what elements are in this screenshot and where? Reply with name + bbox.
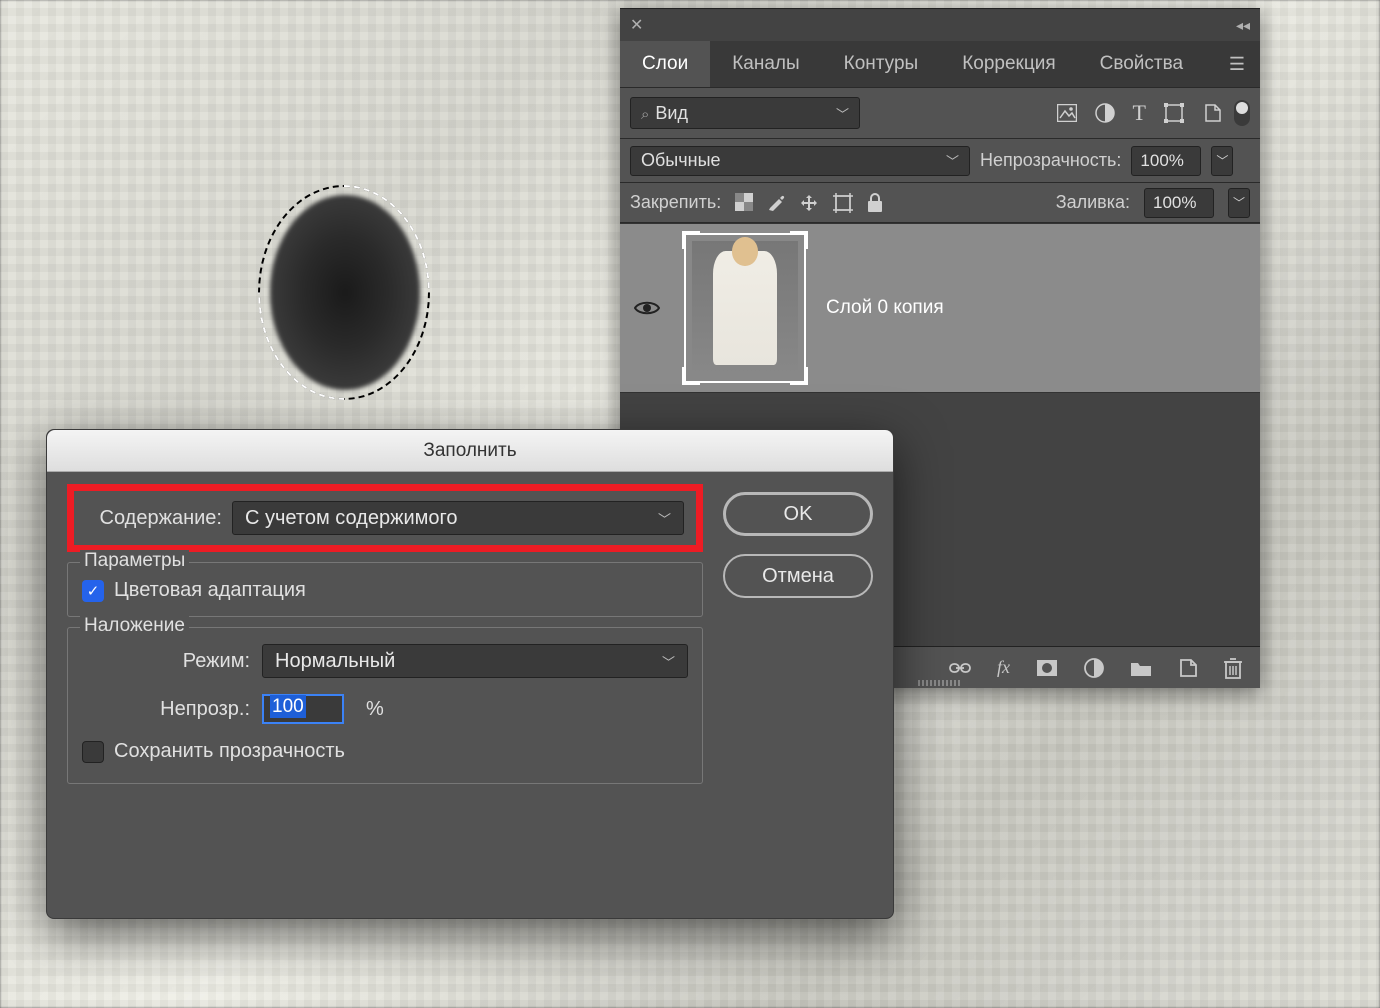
chevron-down-icon: ﹀ bbox=[662, 652, 675, 671]
layer-thumbnail[interactable] bbox=[684, 233, 806, 383]
dialog-opacity-label: Непрозр.: bbox=[82, 698, 250, 721]
search-icon: ⌕ bbox=[641, 106, 649, 123]
delete-layer-icon[interactable] bbox=[1224, 657, 1242, 679]
layer-fill-input[interactable]: 100% bbox=[1144, 188, 1214, 218]
selection-marquee[interactable] bbox=[258, 185, 430, 400]
dialog-opacity-input[interactable]: 100 bbox=[262, 694, 344, 724]
percent-unit: % bbox=[366, 698, 384, 721]
content-select[interactable]: С учетом содержимого ﹀ bbox=[232, 501, 684, 535]
tab-channels[interactable]: Каналы bbox=[710, 41, 821, 87]
blend-mode-value: Обычные bbox=[641, 150, 721, 171]
lock-position-icon[interactable] bbox=[799, 193, 819, 213]
collapse-icon[interactable]: ◂◂ bbox=[1236, 17, 1250, 34]
blend-row: Обычные ﹀ Непрозрачность: 100% ﹀ bbox=[620, 139, 1260, 183]
lock-label: Закрепить: bbox=[630, 192, 721, 213]
close-icon[interactable]: ✕ bbox=[630, 15, 643, 35]
opacity-label: Непрозрачность: bbox=[980, 150, 1121, 171]
filter-shape-icon[interactable] bbox=[1164, 103, 1184, 123]
filter-toggle[interactable] bbox=[1234, 100, 1250, 126]
layer-filter-row: ⌕ Вид ﹀ T bbox=[620, 87, 1260, 139]
fill-stepper[interactable]: ﹀ bbox=[1228, 188, 1250, 218]
blend-mode-select[interactable]: Обычные ﹀ bbox=[630, 146, 970, 176]
fx-icon[interactable]: fx bbox=[997, 657, 1010, 678]
mode-select[interactable]: Нормальный ﹀ bbox=[262, 644, 688, 678]
adjustment-layer-icon[interactable] bbox=[1084, 658, 1104, 678]
lock-all-icon[interactable] bbox=[867, 193, 883, 213]
mode-value: Нормальный bbox=[275, 650, 395, 673]
link-layers-icon[interactable] bbox=[949, 661, 971, 675]
content-label: Содержание: bbox=[86, 507, 222, 530]
layer-kind-select[interactable]: ⌕ Вид ﹀ bbox=[630, 97, 860, 129]
lock-pixels-icon[interactable] bbox=[767, 193, 785, 213]
filter-type-icon[interactable]: T bbox=[1133, 100, 1146, 126]
color-adaptation-label[interactable]: Цветовая адаптация bbox=[114, 579, 306, 602]
lock-artboard-icon[interactable] bbox=[833, 193, 853, 213]
layer-opacity-input[interactable]: 100% bbox=[1131, 146, 1201, 176]
tab-paths[interactable]: Контуры bbox=[822, 41, 941, 87]
content-value: С учетом содержимого bbox=[245, 507, 457, 530]
layer-name[interactable]: Слой 0 копия bbox=[826, 297, 944, 319]
lock-transparency-icon[interactable] bbox=[735, 193, 753, 213]
chevron-down-icon: ﹀ bbox=[658, 509, 671, 528]
fill-dialog: Заполнить Содержание: С учетом содержимо… bbox=[46, 429, 894, 919]
opacity-stepper[interactable]: ﹀ bbox=[1211, 146, 1233, 176]
mask-icon[interactable] bbox=[1036, 659, 1058, 677]
fill-label: Заливка: bbox=[1056, 192, 1130, 213]
lock-row: Закрепить: Заливка: 100% ﹀ bbox=[620, 183, 1260, 223]
color-adaptation-checkbox[interactable]: ✓ bbox=[82, 580, 104, 602]
panel-tabs: Слои Каналы Контуры Коррекция Свойства ☰ bbox=[620, 41, 1260, 87]
filter-smartobject-icon[interactable] bbox=[1202, 103, 1222, 123]
filter-pixel-icon[interactable] bbox=[1057, 104, 1077, 122]
chevron-down-icon: ﹀ bbox=[946, 151, 959, 170]
tab-layers[interactable]: Слои bbox=[620, 41, 710, 87]
layer-filter-icons: T bbox=[1057, 100, 1222, 126]
group-icon[interactable] bbox=[1130, 659, 1152, 677]
new-layer-icon[interactable] bbox=[1178, 658, 1198, 678]
panel-resize-handle[interactable] bbox=[918, 680, 962, 686]
visibility-icon[interactable] bbox=[634, 299, 664, 317]
chevron-down-icon: ﹀ bbox=[836, 104, 849, 123]
tab-properties[interactable]: Свойства bbox=[1078, 41, 1205, 87]
blending-fieldset: Наложение Режим: Нормальный ﹀ Непрозр.: … bbox=[67, 627, 703, 784]
content-highlight: Содержание: С учетом содержимого ﹀ bbox=[67, 484, 703, 552]
options-legend: Параметры bbox=[80, 550, 189, 572]
preserve-transparency-checkbox[interactable] bbox=[82, 741, 104, 763]
blending-legend: Наложение bbox=[80, 615, 189, 637]
filter-adjustment-icon[interactable] bbox=[1095, 103, 1115, 123]
tab-adjustments[interactable]: Коррекция bbox=[940, 41, 1077, 87]
layer-item[interactable]: Слой 0 копия bbox=[620, 223, 1260, 393]
options-fieldset: Параметры ✓ Цветовая адаптация bbox=[67, 562, 703, 617]
ok-button[interactable]: OK bbox=[723, 492, 873, 536]
cancel-button[interactable]: Отмена bbox=[723, 554, 873, 598]
kind-filter-value: Вид bbox=[655, 103, 688, 123]
panel-titlebar[interactable]: ✕ ◂◂ bbox=[620, 9, 1260, 41]
dialog-title[interactable]: Заполнить bbox=[47, 430, 893, 472]
mode-label: Режим: bbox=[82, 650, 250, 673]
panel-menu-icon[interactable]: ☰ bbox=[1214, 41, 1260, 87]
preserve-transparency-label[interactable]: Сохранить прозрачность bbox=[114, 740, 345, 763]
